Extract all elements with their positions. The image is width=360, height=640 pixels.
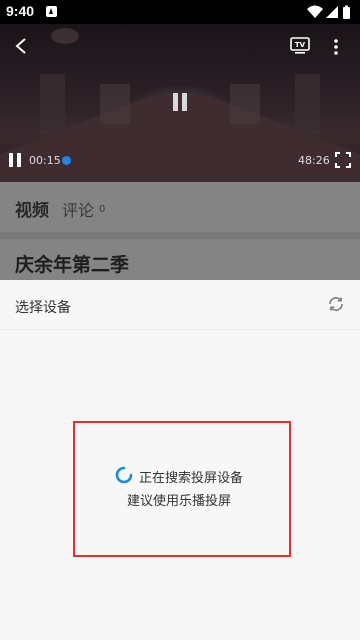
status-time: 9:40 — [6, 3, 35, 19]
more-icon[interactable] — [333, 38, 339, 56]
duration: 48:26 — [298, 154, 330, 167]
searching-panel: 正在搜索投屏设备 建议使用乐播投屏 — [73, 421, 291, 557]
device-sheet: 选择设备 正在搜索投屏设备 建议使用乐播投屏 — [0, 280, 360, 640]
tv-cast-icon[interactable]: TV — [290, 37, 310, 55]
show-title: 庆余年第二季 — [15, 254, 130, 276]
svg-text:TV: TV — [295, 41, 306, 49]
tab-comment[interactable]: 评论 — [62, 197, 94, 221]
content-tabs: 视频 评论 0 — [0, 182, 360, 232]
searching-text: 正在搜索投屏设备 — [139, 471, 244, 486]
refresh-icon[interactable] — [327, 295, 345, 313]
wifi-icon — [307, 5, 323, 18]
pause-icon[interactable] — [8, 152, 22, 168]
progress-bar[interactable] — [62, 156, 294, 165]
notification-icon — [46, 6, 57, 17]
status-bar: 9:40 — [0, 0, 360, 24]
battery-icon — [343, 5, 350, 19]
center-pause-icon[interactable] — [171, 92, 189, 112]
tab-video[interactable]: 视频 — [15, 196, 49, 221]
system-icons — [307, 5, 350, 19]
fullscreen-icon[interactable] — [335, 152, 351, 168]
sheet-header: 选择设备 — [0, 280, 360, 330]
loading-spinner-icon — [115, 466, 133, 484]
progress-knob[interactable] — [62, 156, 71, 165]
current-time: 00:15 — [29, 154, 61, 167]
video-player[interactable]: TV 00:15 48:26 — [0, 24, 360, 182]
back-icon[interactable] — [14, 37, 28, 55]
suggestion-text: 建议使用乐播投屏 — [127, 494, 232, 509]
comment-count: 0 — [99, 204, 106, 215]
sheet-title: 选择设备 — [15, 300, 71, 316]
section-divider — [0, 232, 360, 239]
signal-icon — [326, 6, 338, 18]
